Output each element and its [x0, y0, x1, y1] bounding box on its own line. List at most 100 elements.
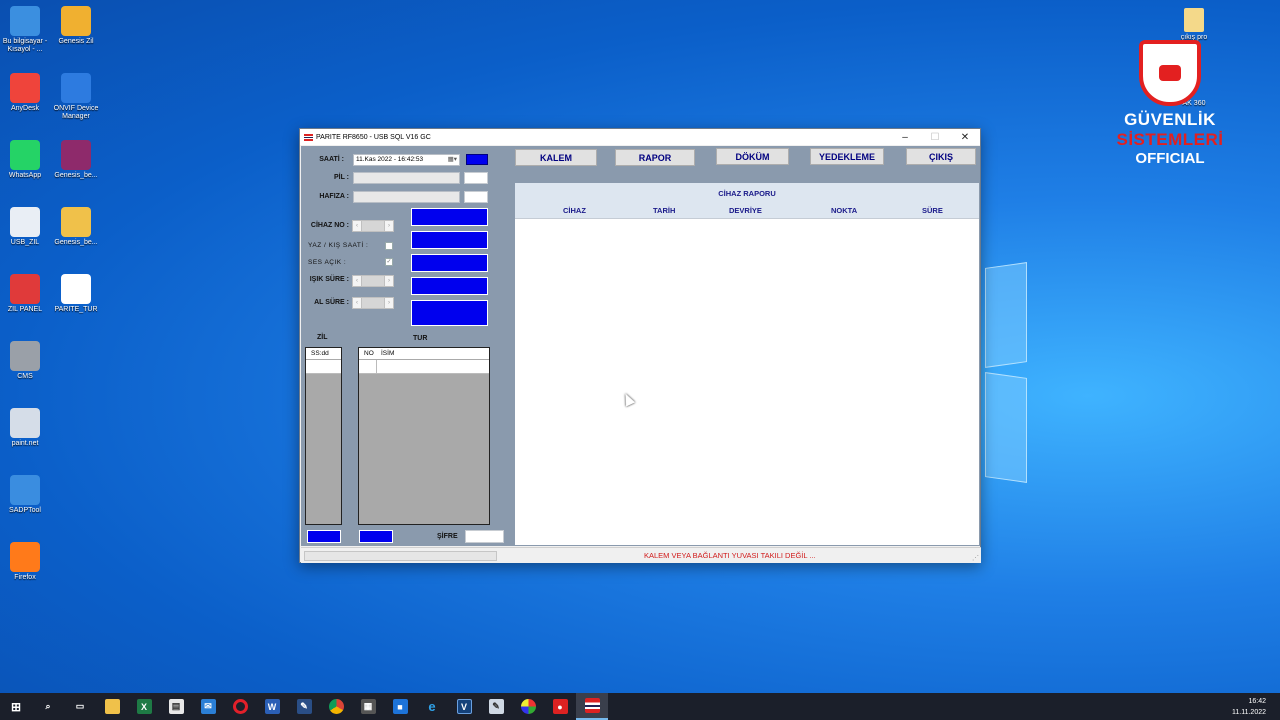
column-header-cihaz[interactable]: CİHAZ [563, 206, 586, 215]
desktop-icon[interactable]: Genesis Zil [48, 6, 104, 46]
taskbar-chrome[interactable] [320, 693, 352, 720]
desktop-icon[interactable]: ONVIF Device Manager [48, 73, 104, 121]
calendar-dropdown-icon[interactable]: ▦▾ [448, 155, 457, 165]
pil-value-box [464, 172, 488, 184]
decrement-arrow-icon[interactable]: ‹ [352, 297, 362, 309]
taskbar-app-red[interactable]: ● [544, 693, 576, 720]
column-header-sure[interactable]: SÜRE [922, 206, 943, 215]
taskbar-paintnet[interactable]: ✎ [480, 693, 512, 720]
store-icon: ▤ [168, 699, 184, 714]
desktop-icon[interactable]: AnyDesk [0, 73, 53, 113]
search-button[interactable]: ⌕ [32, 693, 64, 720]
desktop-icon[interactable]: Bu bilgisayar - Kısayol - ... [0, 6, 53, 54]
desktop-icon[interactable]: PARITE_TUR [48, 274, 104, 314]
hafiza-field [353, 191, 460, 203]
cms-icon [10, 341, 40, 371]
mail-icon: ✉ [200, 699, 216, 714]
blue-action-box-2[interactable] [411, 231, 488, 249]
word-icon: W [264, 699, 280, 714]
yaz-kis-checkbox[interactable] [385, 242, 393, 250]
taskbar-app-round[interactable] [512, 693, 544, 720]
winrar-icon [61, 140, 91, 170]
desktop-icon[interactable]: USB_ZIL [0, 207, 53, 247]
yaz-kis-label: YAZ / KIŞ SAATİ : [308, 242, 369, 249]
tur-label: TUR [413, 335, 428, 342]
blue-action-box-1[interactable] [411, 208, 488, 226]
sifre-label: ŞİFRE [437, 533, 458, 540]
start-button[interactable]: ⊞ [0, 693, 32, 720]
ses-acik-checkbox[interactable]: ✓ [385, 258, 393, 266]
taskbar-calculator[interactable]: ▦ [352, 693, 384, 720]
column-header-tarih[interactable]: TARİH [653, 206, 675, 215]
isik-sure-stepper[interactable]: ‹ › [352, 275, 394, 287]
al-sure-stepper[interactable]: ‹ › [352, 297, 394, 309]
blue-action-box-5[interactable] [411, 300, 488, 326]
desktop-icon-cikis-pro[interactable]: çıkış pro [1172, 8, 1216, 41]
taskbar-excel[interactable]: X [128, 693, 160, 720]
windows-start-icon: ⊞ [10, 699, 22, 714]
desktop-icon[interactable]: Firefox [0, 542, 53, 582]
taskbar-edge[interactable]: e [416, 693, 448, 720]
taskbar-parite[interactable] [576, 693, 608, 720]
increment-arrow-icon[interactable]: › [384, 275, 394, 287]
maximize-button[interactable]: ☐ [920, 129, 950, 145]
taskbar-v-app[interactable]: V [448, 693, 480, 720]
yedekleme-button[interactable]: YEDEKLEME [810, 148, 884, 165]
increment-arrow-icon[interactable]: › [384, 220, 394, 232]
desktop-icon[interactable]: ZIL PANEL [0, 274, 53, 314]
saati-status-indicator[interactable] [466, 154, 488, 165]
resize-grip-icon[interactable]: ⋰ [972, 554, 979, 562]
column-header-devriye[interactable]: DEVRİYE [729, 206, 762, 215]
desktop-icon[interactable]: Genesis_be... [48, 140, 104, 180]
title-bar[interactable]: PARITE RF8650 - USB SQL V16 GC – ☐ ✕ [300, 129, 980, 145]
dokum-button[interactable]: DÖKÜM [716, 148, 789, 165]
minimize-button[interactable]: – [890, 129, 920, 145]
desktop-icon-label: Genesis_be... [54, 239, 98, 246]
task-view-button[interactable]: ▭ [64, 693, 96, 720]
system-clock[interactable]: 16:42 11.11.2022 [1232, 696, 1266, 718]
increment-arrow-icon[interactable]: › [384, 297, 394, 309]
edge-icon: e [428, 699, 436, 714]
app-icon: ■ [392, 699, 408, 714]
rapor-button[interactable]: RAPOR [615, 149, 695, 166]
cikis-button[interactable]: ÇIKIŞ [906, 148, 976, 165]
column-header-nokta[interactable]: NOKTA [831, 206, 857, 215]
taskbar-app-blue[interactable]: ✎ [288, 693, 320, 720]
cihaz-no-stepper[interactable]: ‹ › [352, 220, 394, 232]
desktop-icon-label: Bu bilgisayar - Kısayol - ... [2, 38, 48, 53]
kalem-button[interactable]: KALEM [515, 149, 597, 166]
al-sure-label: AL SÜRE : [314, 299, 349, 306]
decrement-arrow-icon[interactable]: ‹ [352, 275, 362, 287]
desktop-icon[interactable]: WhatsApp [0, 140, 53, 180]
desktop-icon[interactable]: Genesis_be... [48, 207, 104, 247]
list-item[interactable] [359, 360, 489, 374]
tur-blue-button[interactable] [359, 530, 393, 543]
desktop-icon[interactable]: paint.net [0, 408, 53, 448]
desktop-icon-label: PARITE_TUR [54, 306, 98, 313]
sifre-input[interactable] [465, 530, 504, 543]
list-item[interactable] [306, 360, 341, 374]
taskbar-opera[interactable] [224, 693, 256, 720]
hafiza-label: HAFIZA : [319, 193, 349, 200]
taskbar-mail[interactable]: ✉ [192, 693, 224, 720]
whatsapp-icon [10, 140, 40, 170]
report-table[interactable]: CİHAZ RAPORU CİHAZ TARİH DEVRİYE NOKTA S… [515, 183, 979, 545]
datetime-picker[interactable]: 11.Kas 2022 - 16:42:53 ▦▾ [353, 154, 460, 166]
decrement-arrow-icon[interactable]: ‹ [352, 220, 362, 232]
watermark-line2: OFFICIAL [1135, 150, 1205, 167]
taskbar-store[interactable]: ▤ [160, 693, 192, 720]
taskbar-app-blue2[interactable]: ■ [384, 693, 416, 720]
blue-action-box-3[interactable] [411, 254, 488, 272]
desktop-icon-label: Genesis Zil [58, 38, 94, 45]
taskbar-word[interactable]: W [256, 693, 288, 720]
taskbar-file-explorer[interactable] [96, 693, 128, 720]
blue-action-box-4[interactable] [411, 277, 488, 295]
desktop-icon[interactable]: SADPTool [0, 475, 53, 515]
tur-list[interactable]: NO İSİM [358, 347, 490, 525]
zil-blue-button[interactable] [307, 530, 341, 543]
desktop-icon[interactable]: CMS [0, 341, 53, 381]
opera-icon [232, 699, 248, 714]
close-button[interactable]: ✕ [950, 129, 980, 145]
v-app-icon: V [456, 699, 472, 714]
zil-list[interactable]: SS:dd [305, 347, 342, 525]
